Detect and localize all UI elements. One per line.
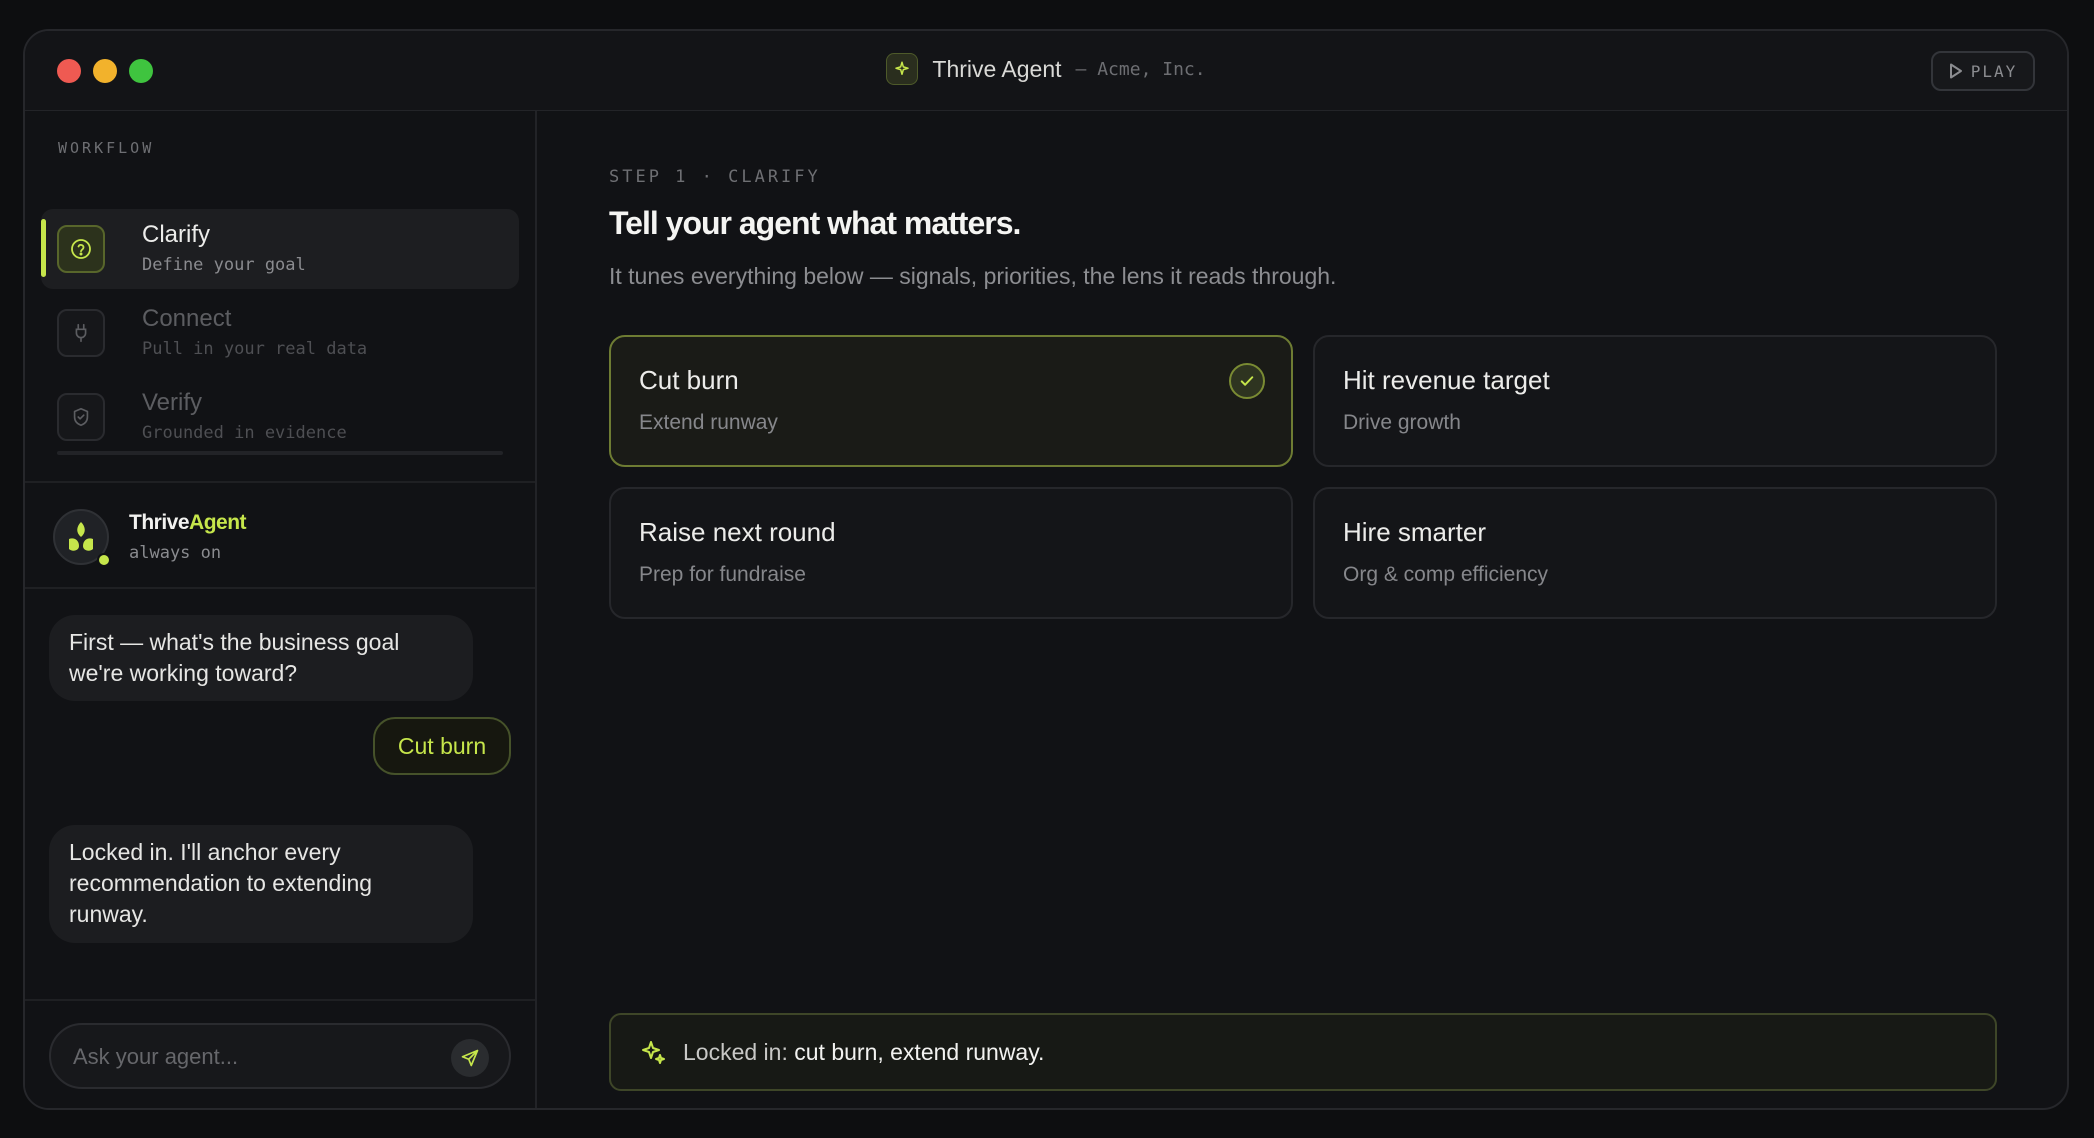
goal-title: Hire smarter: [1343, 517, 1487, 547]
agent-status: always on: [129, 543, 222, 563]
sidebar: WORKFLOW Clarify Define your goal Connec…: [25, 111, 537, 1108]
goal-card-cut-burn[interactable]: Cut burn Extend runway: [609, 335, 1293, 467]
play-label: PLAY: [1970, 61, 2018, 81]
step-subtitle: Pull in your real data: [142, 339, 368, 359]
org-name: – Acme, Inc.: [1075, 58, 1206, 80]
composer-area: [25, 999, 535, 1108]
goal-subtitle: Org & comp efficiency: [1343, 563, 1549, 586]
leaf-logo-icon: [69, 522, 93, 551]
goal-card-hire-smarter[interactable]: Hire smarter Org & comp efficiency: [1313, 487, 1997, 619]
agent-header: ThriveAgent always on: [25, 481, 535, 589]
app-window: Thrive Agent – Acme, Inc. PLAY WORKFLOW …: [23, 29, 2069, 1110]
locked-in-banner: Locked in: cut burn, extend runway.: [609, 1013, 1997, 1091]
step-title: Verify: [142, 389, 203, 416]
goal-title: Raise next round: [639, 517, 836, 547]
goal-card-raise-next-round[interactable]: Raise next round Prep for fundraise: [609, 487, 1293, 619]
active-step-indicator: [41, 219, 46, 277]
question-icon: [57, 225, 105, 273]
goal-title: Hit revenue target: [1343, 365, 1550, 395]
goal-title: Cut burn: [639, 365, 739, 395]
check-icon: [1229, 363, 1265, 399]
locked-in-label: Locked in:: [683, 1038, 788, 1065]
agent-message: First — what's the business goal we're w…: [49, 615, 473, 701]
goal-subtitle: Drive growth: [1343, 411, 1461, 434]
plug-icon: [57, 309, 105, 357]
goal-subtitle: Extend runway: [639, 411, 778, 434]
step-title: Clarify: [142, 221, 211, 248]
goal-subtitle: Prep for fundraise: [639, 563, 806, 586]
step-verify[interactable]: Verify Grounded in evidence: [41, 377, 519, 457]
workflow-label: WORKFLOW: [58, 139, 155, 157]
locked-in-value: cut burn, extend runway.: [794, 1038, 1045, 1065]
agent-message: Locked in. I'll anchor every recommendat…: [49, 825, 473, 943]
step-title: Connect: [142, 305, 232, 332]
send-button[interactable]: [451, 1039, 489, 1077]
play-icon: [1949, 63, 1962, 79]
step-clarify[interactable]: Clarify Define your goal: [41, 209, 519, 289]
main-panel: STEP 1 · CLARIFY Tell your agent what ma…: [537, 111, 2067, 1108]
chat-input[interactable]: [73, 1039, 433, 1075]
play-button[interactable]: PLAY: [1931, 51, 2035, 91]
app-title: Thrive Agent: [932, 55, 1062, 82]
send-icon: [461, 1049, 479, 1067]
chat-composer: [49, 1023, 511, 1089]
title-bar: Thrive Agent – Acme, Inc. PLAY: [25, 31, 2067, 111]
goal-card-hit-revenue-target[interactable]: Hit revenue target Drive growth: [1313, 335, 1997, 467]
workflow-progress-track: [57, 451, 503, 455]
online-status-dot: [97, 553, 111, 567]
step-subtitle: Define your goal: [142, 255, 306, 275]
step-connect[interactable]: Connect Pull in your real data: [41, 293, 519, 373]
step-subtitle: Grounded in evidence: [142, 423, 347, 443]
user-message: Cut burn: [373, 717, 511, 775]
agent-name: ThriveAgent: [129, 511, 247, 534]
page-title: Tell your agent what matters.: [609, 205, 1021, 241]
window-title: Thrive Agent – Acme, Inc.: [25, 53, 2067, 85]
step-label: STEP 1 · CLARIFY: [609, 167, 821, 187]
sparkle-icon: [642, 1041, 665, 1064]
page-subtitle: It tunes everything below — signals, pri…: [609, 263, 1337, 289]
shield-check-icon: [57, 393, 105, 441]
sparkle-app-icon: [886, 53, 919, 85]
